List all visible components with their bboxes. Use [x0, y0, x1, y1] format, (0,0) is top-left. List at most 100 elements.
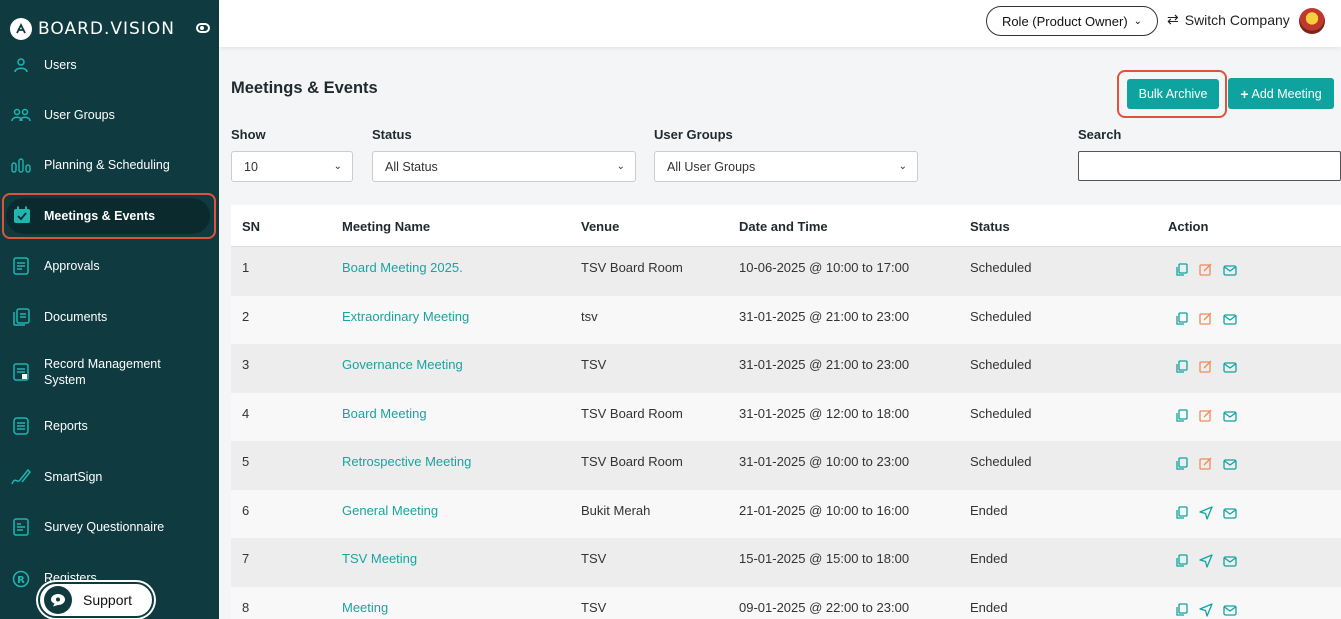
sidebar-item-meetings-events[interactable]: Meetings & Events: [2, 193, 216, 239]
toggle-icon[interactable]: [196, 23, 210, 33]
edit-icon[interactable]: [1199, 457, 1223, 473]
cell-status: Scheduled: [970, 454, 1032, 469]
support-button[interactable]: Support: [38, 582, 154, 618]
row-actions: [1175, 311, 1247, 328]
table-row: 6 General Meeting Bukit Merah 21-01-2025 @ …: [231, 489, 1341, 539]
sidebar-item-user-groups[interactable]: User Groups: [0, 104, 219, 126]
copy-icon[interactable]: [1175, 457, 1199, 473]
cell-date-time: 09-01-2025 @ 22:00 to 23:00: [739, 599, 910, 615]
header-status: Status: [970, 219, 1010, 234]
chevron-down-icon: ⌄: [1133, 15, 1143, 27]
edit-icon[interactable]: [1199, 360, 1223, 376]
cell-date-time: 10-06-2025 @ 10:00 to 17:00: [739, 260, 910, 275]
switch-company-label: Switch Company: [1184, 11, 1290, 28]
header-sn: SN: [242, 219, 261, 234]
send-icon[interactable]: [1199, 505, 1223, 522]
mail-icon[interactable]: [1223, 457, 1247, 473]
cell-venue: TSV: [581, 357, 607, 372]
sidebar-item-label: Survey Questionnaire: [44, 520, 165, 534]
sidebar-item-label: Meetings & Events: [44, 209, 156, 223]
meeting-name-link[interactable]: Board Meeting 2025.: [342, 260, 463, 275]
mail-icon[interactable]: [1223, 312, 1247, 328]
table-header: SN Meeting Name Venue Date and Time Stat…: [231, 205, 1341, 247]
cell-sn: 6: [242, 502, 250, 518]
copy-icon[interactable]: [1175, 554, 1199, 570]
company-avatar[interactable]: [1299, 8, 1325, 34]
sidebar: BOARD.VISION Users User Groups Planning …: [0, 0, 219, 619]
table-row: 8 Meeting TSV 09-01-2025 @ 22:00 to 23:00 En…: [231, 586, 1341, 619]
cell-date-time: 31-01-2025 @ 12:00 to 18:00: [739, 405, 910, 421]
meeting-name-link[interactable]: Governance Meeting: [342, 357, 463, 372]
mail-icon[interactable]: [1223, 263, 1247, 279]
chevron-down-icon: ⌄: [616, 161, 625, 172]
meeting-name-link[interactable]: Board Meeting: [342, 406, 427, 421]
mail-icon[interactable]: [1223, 409, 1247, 425]
edit-icon[interactable]: [1199, 409, 1223, 425]
cell-venue: Bukit Merah: [581, 502, 651, 518]
calendar-check-icon: [12, 205, 32, 225]
mail-icon[interactable]: [1223, 360, 1247, 376]
show-label: Show: [231, 127, 266, 142]
brand[interactable]: BOARD.VISION: [10, 14, 210, 44]
copy-icon[interactable]: [1175, 602, 1199, 619]
meeting-name-link[interactable]: Extraordinary Meeting: [342, 309, 469, 324]
sidebar-item-survey[interactable]: Survey Questionnaire: [0, 516, 219, 538]
meeting-name-link[interactable]: TSV Meeting: [342, 551, 417, 566]
table-row: 5 Retrospective Meeting TSV Board Room 31-0…: [231, 441, 1341, 490]
sidebar-item-users[interactable]: Users: [0, 56, 219, 74]
row-actions: [1175, 457, 1247, 473]
status-select[interactable]: All Status ⌄: [372, 151, 636, 182]
record-icon: [11, 362, 31, 382]
add-meeting-button[interactable]: + Add Meeting: [1228, 78, 1334, 109]
cell-status: Scheduled: [970, 308, 1032, 324]
cell-venue: TSV: [581, 599, 607, 615]
sidebar-item-reports[interactable]: Reports: [0, 415, 219, 437]
board-vision-logo-icon: [10, 18, 32, 40]
plus-icon: +: [1240, 85, 1249, 102]
switch-company-button[interactable]: ⇄ Switch Company: [1167, 11, 1290, 28]
sidebar-item-planning[interactable]: Planning & Scheduling: [0, 154, 219, 176]
sidebar-item-record-management[interactable]: Record Management System: [0, 355, 219, 389]
status-value: All Status: [385, 159, 438, 174]
mail-icon[interactable]: [1223, 603, 1247, 619]
survey-icon: [11, 517, 31, 537]
bulk-archive-button[interactable]: Bulk Archive: [1127, 79, 1219, 109]
send-icon[interactable]: [1199, 554, 1223, 570]
mail-icon[interactable]: [1223, 506, 1247, 522]
sidebar-item-label: SmartSign: [44, 470, 103, 484]
role-dropdown[interactable]: Role (Product Owner) ⌄: [986, 6, 1158, 36]
sidebar-item-approvals[interactable]: Approvals: [0, 255, 219, 277]
copy-icon[interactable]: [1175, 263, 1199, 279]
topbar: Role (Product Owner) ⌄ ⇄ Switch Company: [219, 0, 1341, 47]
cell-date-time: 15-01-2025 @ 15:00 to 18:00: [739, 551, 910, 566]
swap-icon: ⇄: [1167, 11, 1179, 27]
edit-icon[interactable]: [1199, 263, 1223, 279]
row-actions: [1175, 263, 1247, 279]
sidebar-item-label: Users: [44, 58, 77, 72]
meeting-name-link[interactable]: Retrospective Meeting: [342, 454, 471, 469]
cell-sn: 4: [242, 405, 250, 421]
copy-icon[interactable]: [1175, 311, 1199, 328]
user-groups-label: User Groups: [654, 127, 733, 142]
meeting-name-link[interactable]: Meeting: [342, 600, 388, 615]
meeting-name-link[interactable]: General Meeting: [342, 503, 438, 518]
sidebar-item-label: Planning & Scheduling: [44, 158, 170, 172]
chevron-down-icon: ⌄: [898, 161, 907, 172]
copy-icon[interactable]: [1175, 360, 1199, 376]
bulk-archive-highlight: Bulk Archive: [1117, 70, 1227, 118]
cell-sn: 2: [242, 308, 250, 324]
user-groups-select[interactable]: All User Groups ⌄: [654, 151, 918, 182]
mail-icon[interactable]: [1223, 554, 1247, 570]
sidebar-item-smartsign[interactable]: SmartSign: [0, 466, 219, 488]
sidebar-item-documents[interactable]: Documents: [0, 306, 219, 328]
cell-date-time: 21-01-2025 @ 10:00 to 16:00: [739, 502, 910, 518]
send-icon[interactable]: [1199, 602, 1223, 619]
edit-icon[interactable]: [1199, 312, 1223, 328]
cell-venue: tsv: [581, 308, 598, 324]
copy-icon[interactable]: [1175, 505, 1199, 522]
copy-icon[interactable]: [1175, 408, 1199, 425]
search-input[interactable]: [1078, 151, 1341, 181]
reports-icon: [11, 416, 31, 436]
show-select[interactable]: 10 ⌄: [231, 151, 353, 182]
cell-status: Ended: [970, 551, 1008, 566]
